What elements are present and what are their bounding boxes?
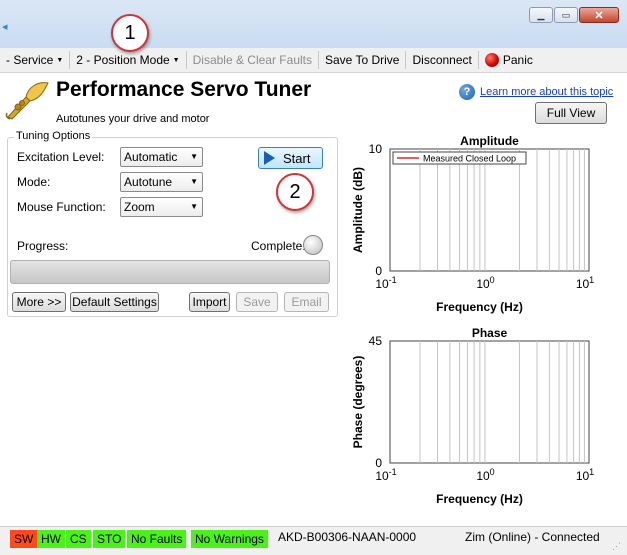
page-subtitle: Autotunes your drive and motor	[56, 113, 210, 125]
mode-value: Autotune	[124, 175, 173, 189]
panic-label: Panic	[502, 52, 533, 67]
status-badge-hw: HW	[37, 530, 65, 548]
x-tick-label: 100	[476, 467, 494, 483]
x-tick-label: 101	[576, 467, 594, 483]
mouse-function-value: Zoom	[124, 200, 155, 214]
chart-title: Amplitude	[460, 134, 519, 148]
complete-label: Complete:	[251, 239, 306, 253]
x-axis-label: Frequency (Hz)	[436, 492, 523, 506]
y-axis-label: Amplitude (dB)	[351, 167, 365, 253]
learn-more-link[interactable]: Learn more about this topic	[480, 86, 613, 98]
x-tick-label: 10-1	[375, 275, 396, 291]
complete-indicator-icon	[303, 235, 323, 255]
window-controls: ▁ ▭ ✕	[528, 7, 619, 23]
help-link-row[interactable]: ? Learn more about this topic	[459, 84, 613, 100]
y-tick-label: 45	[369, 334, 383, 348]
position-mode-menu[interactable]: 2 - Position Mode ▼	[70, 53, 185, 67]
mouse-function-select[interactable]: Zoom ▼	[120, 197, 203, 217]
progress-label: Progress:	[17, 239, 69, 253]
y-tick-label: 10	[369, 142, 383, 156]
y-axis-label: Phase (degrees)	[351, 356, 365, 449]
start-button[interactable]: Start	[258, 147, 323, 169]
connection-status: Zim (Online) - Connected	[465, 530, 600, 544]
expand-arrow-icon[interactable]: ◂	[2, 20, 8, 33]
panic-icon	[484, 53, 499, 68]
play-icon	[264, 151, 275, 165]
close-icon[interactable]: ✕	[579, 7, 619, 23]
tuning-options-title: Tuning Options	[14, 130, 93, 142]
excitation-level-select[interactable]: Automatic ▼	[120, 147, 203, 167]
y-tick-label: 0	[375, 456, 382, 470]
toolbar: - Service ▼ 2 - Position Mode ▼ Disable & …	[0, 48, 627, 73]
resize-grip-icon[interactable]: ⋰	[612, 541, 621, 552]
plot-area	[389, 340, 590, 464]
position-mode-label: 2 - Position Mode	[76, 53, 170, 67]
minimize-icon[interactable]: ▁	[529, 7, 553, 23]
service-menu-label: - Service	[6, 53, 54, 67]
legend-box	[392, 151, 527, 165]
plot-area	[389, 148, 590, 272]
trumpet-logo-icon	[4, 79, 50, 124]
help-icon[interactable]: ?	[459, 84, 475, 100]
x-tick-label: 10-1	[375, 467, 396, 483]
chevron-down-icon: ▼	[56, 57, 64, 65]
status-badge-sw: SW	[10, 530, 38, 548]
mouse-function-label: Mouse Function:	[17, 200, 106, 214]
phase-chart: 10-1 100 101 0 45 Phase Frequency (Hz) Phase (d…	[351, 326, 594, 506]
chevron-down-icon: ▼	[190, 152, 198, 161]
status-badge-sto: STO	[93, 530, 126, 548]
x-tick-label: 100	[476, 275, 494, 291]
page-title: Performance Servo Tuner	[56, 78, 312, 101]
excitation-level-value: Automatic	[124, 150, 178, 164]
full-view-button[interactable]: Full View	[535, 102, 607, 124]
legend: Measured Closed Loop	[392, 151, 527, 165]
x-axis-label: Frequency (Hz)	[436, 300, 523, 314]
default-settings-button[interactable]: Default Settings	[70, 292, 159, 312]
status-bar: SW HW CS STO No Faults No Warnings AKD-B00306…	[0, 526, 627, 555]
save-to-drive-button[interactable]: Save To Drive	[319, 53, 405, 67]
chevron-down-icon: ▼	[190, 202, 198, 211]
start-label: Start	[283, 150, 311, 166]
status-badge-no-warnings: No Warnings	[191, 530, 268, 548]
email-button[interactable]: Email	[284, 292, 329, 312]
status-badge-cs: CS	[66, 530, 91, 548]
save-button[interactable]: Save	[236, 292, 278, 312]
drive-model: AKD-B00306-NAAN-0000	[278, 530, 417, 544]
disable-clear-faults-button[interactable]: Disable & Clear Faults	[187, 53, 318, 67]
legend-label: Measured Closed Loop	[423, 154, 516, 164]
progress-bar	[10, 260, 330, 284]
window-titlebar: ◂ ▁ ▭ ✕	[0, 0, 627, 48]
mode-select[interactable]: Autotune ▼	[120, 172, 203, 192]
service-menu[interactable]: - Service ▼	[0, 53, 69, 67]
chart-title: Phase	[472, 326, 508, 340]
y-tick-label: 0	[375, 264, 382, 278]
chevron-down-icon: ▼	[190, 177, 198, 186]
x-tick-label: 101	[576, 275, 594, 291]
more-button[interactable]: More >>	[12, 292, 66, 312]
amplitude-chart: 10-1 100 101010AmplitudeFrequency (Hz)Ampl…	[351, 134, 594, 314]
import-button[interactable]: Import	[189, 292, 230, 312]
disconnect-button[interactable]: Disconnect	[406, 53, 477, 67]
callout-1: 1	[111, 14, 149, 52]
chevron-down-icon: ▼	[172, 57, 180, 65]
status-badge-no-faults: No Faults	[127, 530, 187, 548]
panic-button[interactable]: Panic	[479, 53, 539, 68]
mode-label: Mode:	[17, 175, 51, 189]
maximize-icon[interactable]: ▭	[554, 7, 578, 23]
excitation-level-label: Excitation Level:	[17, 150, 105, 164]
